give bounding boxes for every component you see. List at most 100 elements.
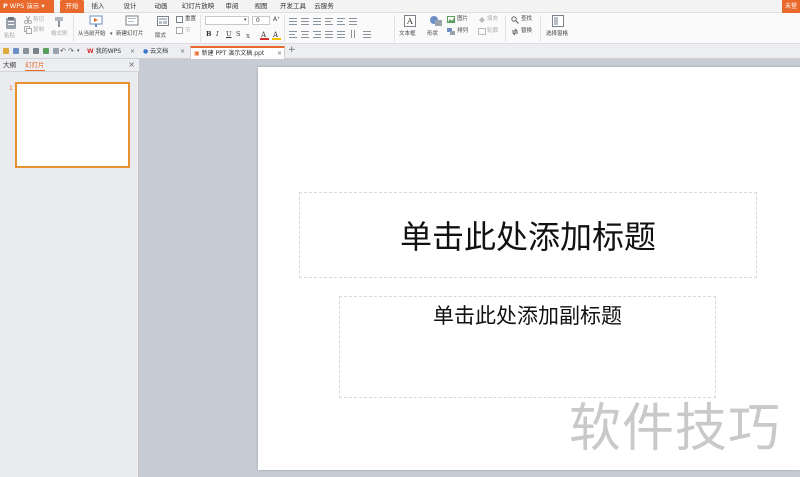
menu-tab-insert[interactable]: 插入 [89, 0, 107, 13]
app-menu-button[interactable]: P WPS 演示 ▾ [0, 0, 54, 13]
slide-number: 1 [9, 85, 13, 92]
font-color-icon[interactable]: A [260, 30, 269, 40]
save-icon[interactable] [13, 48, 19, 54]
outline-button[interactable]: 轮廓 [487, 27, 498, 35]
find-button[interactable]: 查找 [521, 15, 532, 23]
title-placeholder[interactable]: 单击此处添加标题 [299, 192, 757, 278]
outline-icon[interactable] [478, 28, 486, 35]
from-current-button[interactable]: 从当前开始 [78, 30, 106, 38]
document-tab-bar: ↶ ↷ ▾ W 我的WPS × ● 云文档 × ▣ 新建 PPT 演示文稿.pp… [0, 44, 800, 59]
chevron-down-icon: ▾ [39, 2, 45, 10]
add-tab-button[interactable]: + [288, 46, 296, 55]
tab-outline[interactable]: 大纲 [3, 61, 16, 70]
menu-tab-view[interactable]: 视图 [252, 0, 270, 13]
italic-button[interactable]: I [216, 30, 219, 38]
chevron-down-icon: ▾ [244, 17, 247, 23]
selection-pane-icon[interactable] [552, 15, 564, 27]
font-size-select[interactable]: 0 [252, 16, 270, 25]
arrange-icon[interactable] [447, 28, 455, 35]
cut-button[interactable]: 剪切 [33, 16, 44, 24]
menu-tab-slideshow[interactable]: 幻灯片放映 [180, 0, 216, 13]
picture-button[interactable]: 图片 [457, 15, 468, 23]
ribbon-divider [200, 15, 201, 42]
ribbon-divider [540, 15, 541, 42]
tab-label: 新建 PPT 演示文稿.ppt [201, 50, 265, 57]
copy-button[interactable]: 复制 [33, 26, 44, 34]
text-box-button[interactable]: 文本框 [399, 30, 416, 38]
replace-icon[interactable] [511, 28, 519, 36]
strikethrough-button[interactable]: S [236, 30, 240, 38]
fill-button[interactable]: 填充 [487, 15, 498, 23]
picture-icon[interactable] [447, 16, 455, 23]
subtitle-placeholder[interactable]: 单击此处添加副标题 [339, 296, 716, 398]
wps-logo-icon: P [3, 2, 8, 10]
save-as-icon[interactable] [23, 48, 29, 54]
section-icon[interactable] [176, 27, 183, 34]
menu-tab-animation[interactable]: 动画 [152, 0, 170, 13]
paste-icon[interactable] [4, 16, 18, 30]
tab-new-ppt[interactable]: ▣ 新建 PPT 演示文稿.ppt × [190, 46, 285, 59]
superscript-icon[interactable]: x [246, 31, 254, 39]
font-size-value: 0 [256, 17, 260, 24]
format-painter-icon[interactable] [53, 16, 65, 28]
undo-icon[interactable]: ↶ [60, 47, 66, 55]
menu-tab-cloud[interactable]: 云服务 [314, 0, 334, 13]
font-family-select[interactable] [205, 16, 249, 25]
watermark: 软件技巧 [569, 399, 782, 459]
svg-text:A: A [406, 17, 413, 26]
ribbon-divider [505, 15, 506, 42]
search-icon[interactable] [511, 16, 519, 24]
format-icon[interactable] [53, 48, 59, 54]
svg-text:A: A [272, 31, 279, 39]
wps-logo-icon: W [87, 48, 96, 55]
copy-icon[interactable] [24, 26, 32, 34]
format-painter-label[interactable]: 格式刷 [51, 30, 68, 38]
selection-pane-button[interactable]: 选择窗格 [546, 30, 568, 38]
reset-button[interactable]: 重置 [185, 15, 196, 23]
close-icon[interactable]: × [128, 60, 135, 69]
replace-button[interactable]: 替换 [521, 27, 532, 35]
shape-button[interactable]: 形状 [427, 30, 438, 38]
grow-font-icon[interactable]: A⁺ [273, 16, 280, 24]
fill-icon[interactable] [478, 16, 486, 23]
section-button[interactable]: 节 [185, 27, 191, 35]
tab-cloud-docs[interactable]: ● 云文档 × [140, 46, 190, 59]
align-icons[interactable] [289, 30, 384, 38]
ppt-file-icon: ▣ [194, 50, 202, 57]
redo-icon[interactable]: ↷ [68, 47, 74, 55]
layout-button[interactable]: 版式 [155, 32, 166, 40]
reset-icon[interactable] [176, 16, 183, 23]
print-icon[interactable] [33, 48, 39, 54]
shape-icon[interactable] [429, 15, 443, 27]
new-slide-icon[interactable] [125, 15, 139, 28]
underline-button[interactable]: U [226, 30, 231, 38]
new-slide-button[interactable]: 新建幻灯片 [116, 30, 144, 38]
tab-label: 云文档 [150, 48, 169, 55]
scissors-icon[interactable] [24, 16, 32, 24]
close-icon[interactable]: × [180, 46, 185, 58]
play-from-current-icon[interactable] [89, 15, 103, 28]
bold-button[interactable]: B [206, 30, 212, 38]
open-folder-icon[interactable] [3, 48, 9, 54]
slides-panel: 大纲 幻灯片 × 1 [0, 59, 139, 477]
text-box-icon[interactable]: A [404, 15, 416, 27]
bullets-icon[interactable] [289, 17, 359, 25]
menu-tab-design[interactable]: 设计 [121, 0, 139, 13]
menu-tab-home[interactable]: 开始 [60, 0, 84, 13]
layout-icon[interactable] [157, 16, 169, 26]
ribbon-toolbar: 粘贴 剪切 复制 格式刷 从当前开始 ▾ 新建幻灯片 版式 重置 节 ▾ 0 A… [0, 13, 800, 44]
menu-tab-review[interactable]: 审阅 [223, 0, 241, 13]
tab-my-wps[interactable]: W 我的WPS × [84, 46, 138, 59]
highlight-icon[interactable]: A [272, 30, 281, 40]
menu-bar: P WPS 演示 ▾ 开始 插入 设计 动画 幻灯片放映 审阅 视图 开发工具 云… [0, 0, 800, 13]
app-name: WPS 演示 [9, 2, 40, 10]
login-button[interactable]: 未登 [782, 0, 800, 13]
menu-tab-developer[interactable]: 开发工具 [280, 0, 306, 13]
print-preview-icon[interactable] [43, 48, 49, 54]
arrange-button[interactable]: 排列 [457, 27, 468, 35]
slide-thumbnail[interactable] [15, 82, 130, 168]
chevron-down-icon[interactable]: ▾ [77, 47, 80, 55]
close-icon[interactable]: × [130, 46, 135, 58]
tab-slides[interactable]: 幻灯片 [25, 61, 45, 71]
paste-label[interactable]: 粘贴 [4, 32, 15, 40]
